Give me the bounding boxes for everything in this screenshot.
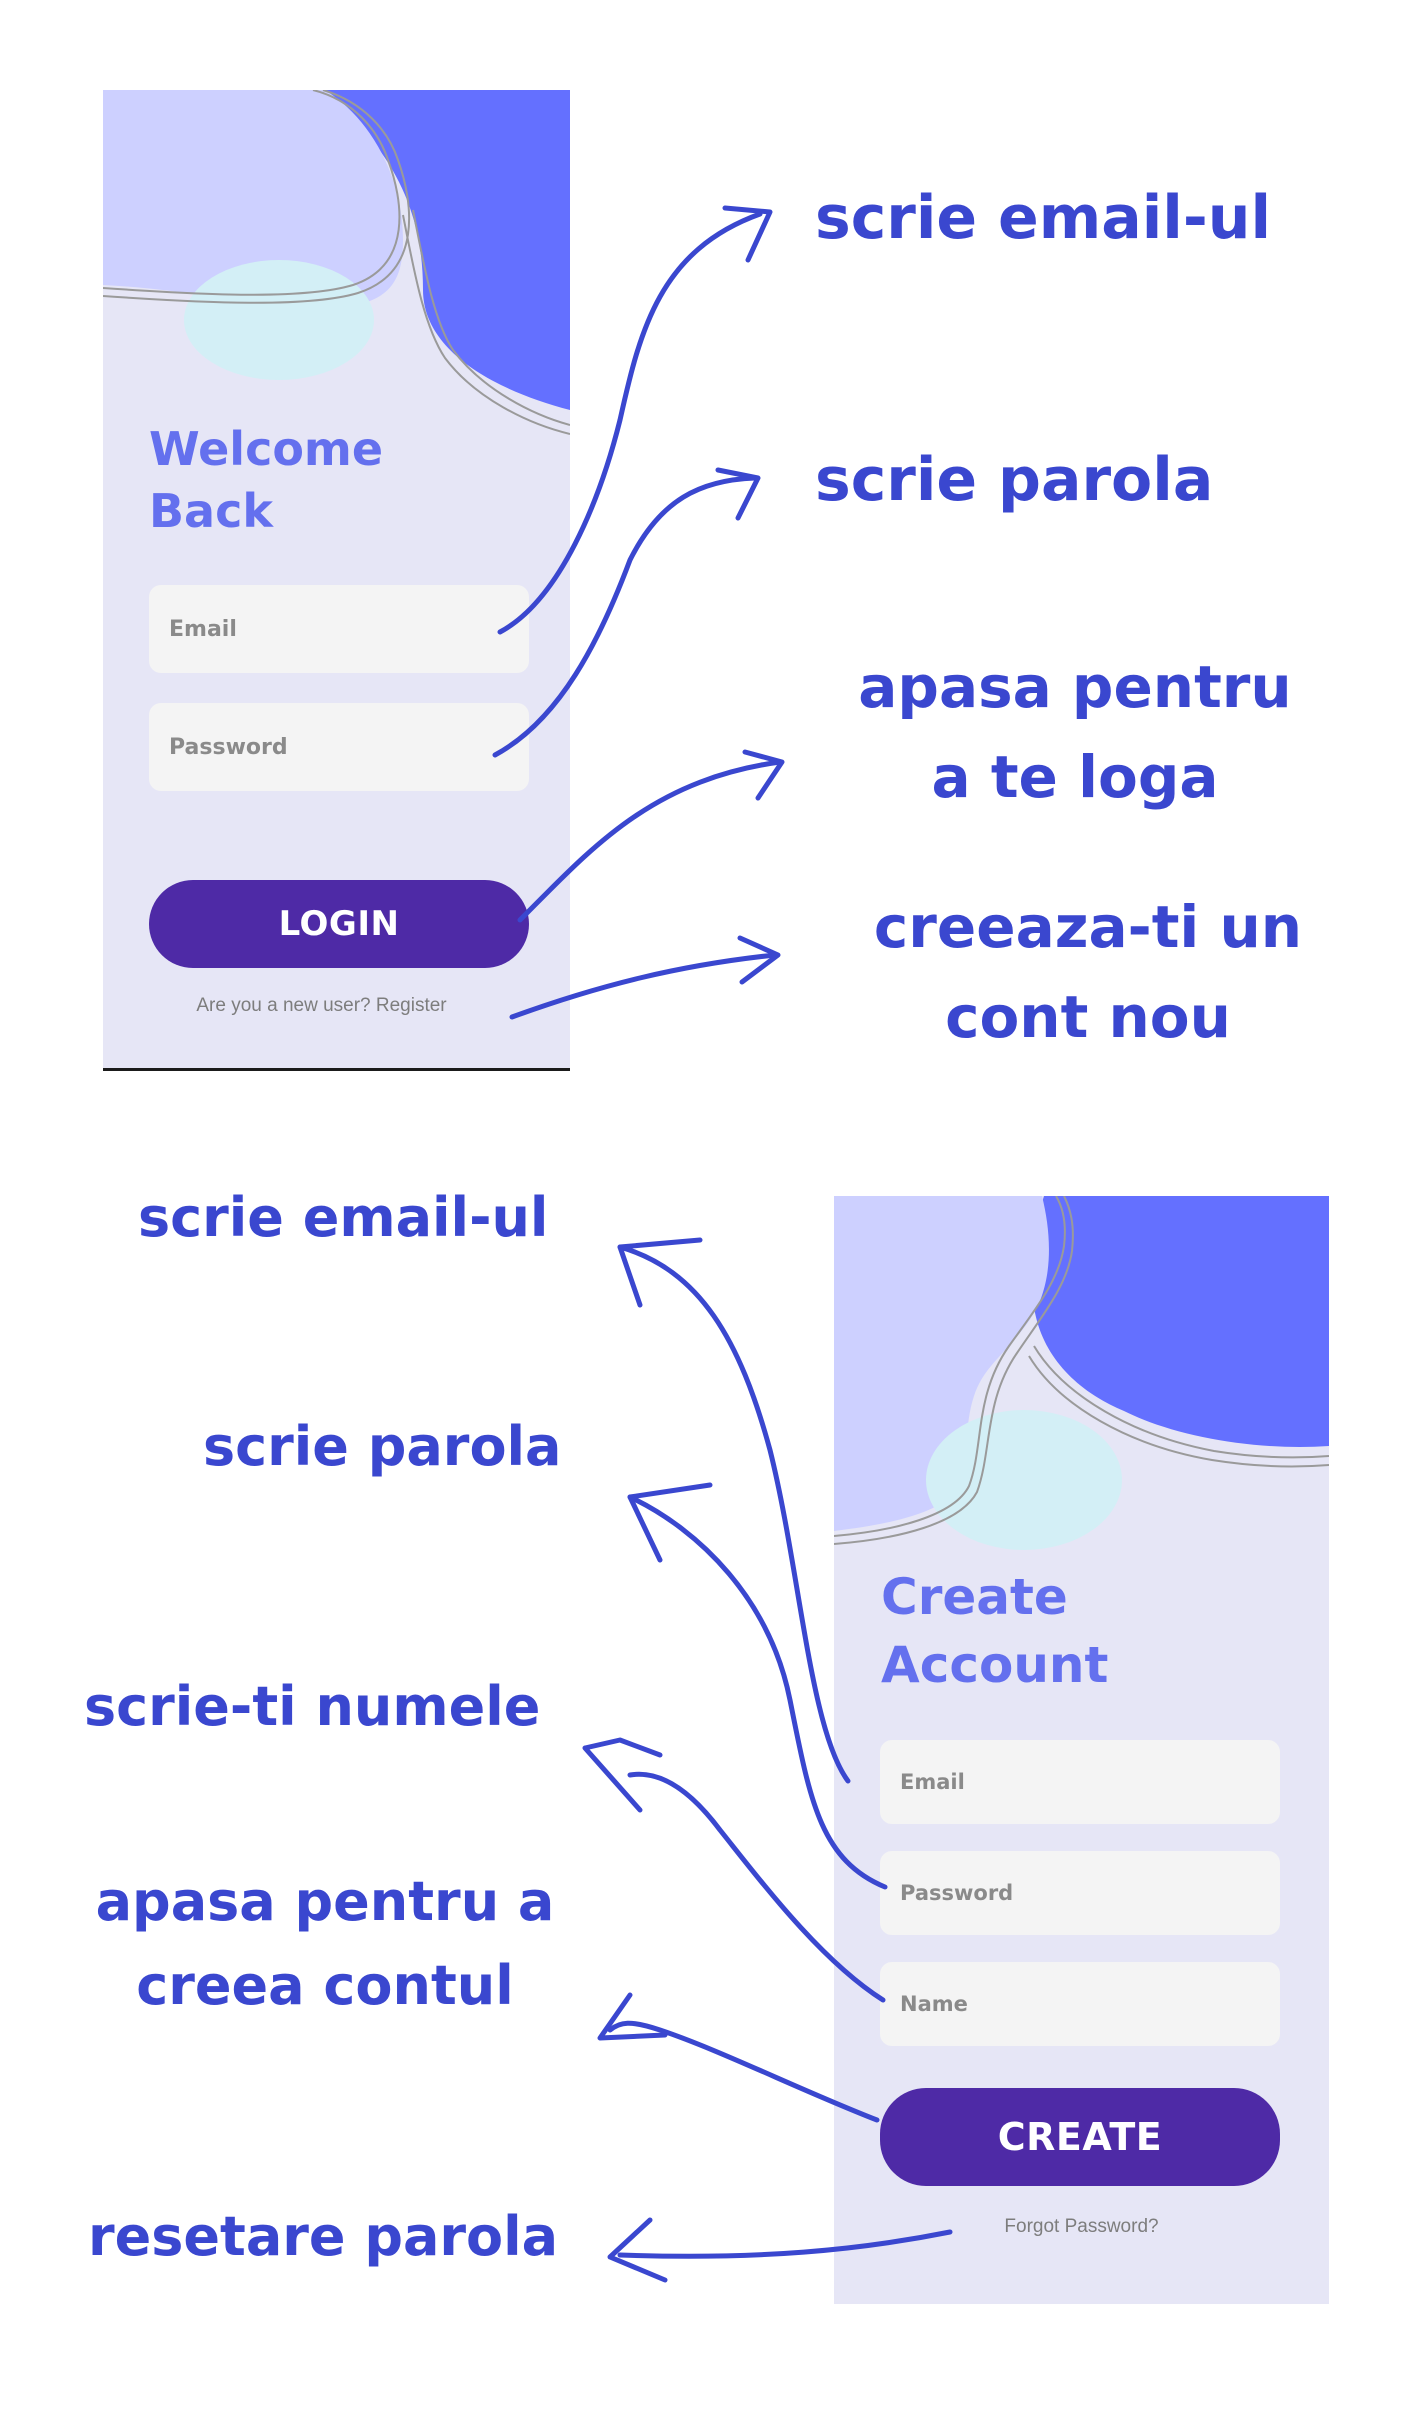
annotation-email: scrie email-ul (138, 1186, 549, 1249)
annotation-password: scrie parola (203, 1415, 562, 1478)
annotation-password: scrie parola (815, 445, 1214, 515)
annotation-register: creeaza-ti un cont nou (838, 883, 1338, 1063)
login-button[interactable]: LOGIN (149, 880, 529, 968)
password-field[interactable]: Password (149, 703, 529, 791)
password-placeholder: Password (169, 734, 288, 760)
title-line-2: Back (149, 484, 273, 539)
email-placeholder: Email (169, 616, 237, 642)
login-screen: Welcome Back Email Password LOGIN Are yo… (103, 90, 570, 1071)
page-title: Create Account (881, 1564, 1281, 1699)
name-placeholder: Name (900, 1992, 968, 2016)
forgot-password-link[interactable]: Forgot Password? (834, 2216, 1329, 2238)
password-placeholder: Password (900, 1881, 1014, 1905)
annotation-forgot: resetare parola (88, 2205, 559, 2268)
annotation-register-line-2: cont nou (945, 982, 1231, 1051)
page-title: Welcome Back (149, 418, 509, 542)
title-line-2: Account (881, 1635, 1109, 1694)
name-field[interactable]: Name (880, 1962, 1280, 2046)
annotation-name: scrie-ti numele (84, 1675, 541, 1738)
register-link[interactable]: Are you a new user? Register (103, 995, 555, 1017)
annotation-register-line-1: creeaza-ti un (873, 893, 1303, 961)
annotation-create-line-1: apasa pentru a (95, 1870, 555, 1933)
annotation-login: apasa pentru a te loga (845, 643, 1305, 823)
annotation-email: scrie email-ul (815, 183, 1272, 253)
email-field[interactable]: Email (149, 585, 529, 673)
arrow-email-create (617, 1237, 851, 1784)
annotation-create: apasa pentru a creea contul (90, 1860, 560, 2027)
wave-cyan-blob (184, 260, 374, 380)
email-placeholder: Email (900, 1770, 965, 1794)
wave-blue-blob (1032, 1196, 1329, 1447)
create-button[interactable]: CREATE (880, 2088, 1280, 2186)
annotation-login-line-2: a te loga (931, 742, 1219, 811)
annotation-create-line-2: creea contul (136, 1953, 514, 2017)
annotation-login-line-1: apasa pentru (858, 653, 1292, 721)
password-field[interactable]: Password (880, 1851, 1280, 1935)
email-field[interactable]: Email (880, 1740, 1280, 1824)
create-account-screen: Create Account Email Password Name CREAT… (834, 1196, 1329, 2304)
title-line-1: Welcome (149, 422, 384, 476)
title-line-1: Create (881, 1568, 1068, 1626)
wave-cyan-blob (926, 1410, 1122, 1550)
